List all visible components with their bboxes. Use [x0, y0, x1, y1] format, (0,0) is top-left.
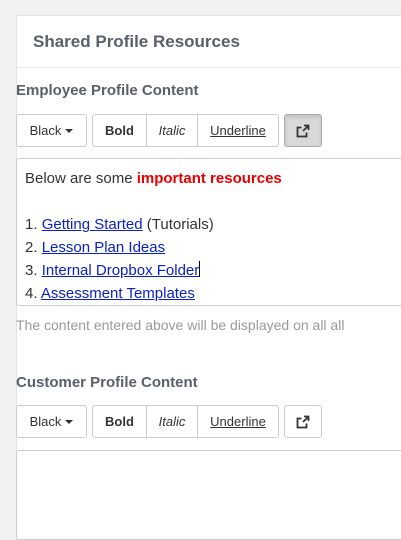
customer-underline-button[interactable]: Underline	[197, 405, 279, 438]
employee-section-title: Employee Profile Content	[16, 82, 199, 99]
employee-toolbar: Black Bold Italic Underline	[16, 114, 322, 147]
customer-bold-button[interactable]: Bold	[92, 405, 147, 438]
resource-link-getting-started[interactable]: Getting Started	[42, 216, 143, 233]
share-icon	[296, 124, 310, 137]
customer-editor-text	[17, 451, 401, 459]
list-item: 2. Lesson Plan Ideas	[25, 239, 166, 256]
list-item: 4. Assessment Templates	[25, 285, 195, 302]
color-dropdown-label: Black	[29, 123, 62, 138]
employee-underline-button[interactable]: Underline	[197, 114, 279, 147]
customer-italic-button[interactable]: Italic	[146, 405, 198, 438]
resource-link-assessment-templates[interactable]: Assessment Templates	[41, 285, 195, 302]
customer-section-title: Customer Profile Content	[16, 374, 198, 391]
employee-insert-link-button[interactable]	[284, 114, 322, 147]
customer-toolbar: Black Bold Italic Underline	[16, 405, 322, 438]
customer-format-group: Bold Italic Underline	[92, 405, 279, 438]
customer-color-dropdown[interactable]: Black	[16, 405, 87, 438]
panel-title: Shared Profile Resources	[17, 16, 401, 68]
customer-insert-link-button[interactable]	[284, 405, 322, 438]
employee-bold-button[interactable]: Bold	[92, 114, 147, 147]
important-text: important resources	[136, 170, 282, 187]
intro-line: Below are some important resources	[25, 170, 282, 187]
employee-format-group: Bold Italic Underline	[92, 114, 279, 147]
employee-help-text: The content entered above will be displa…	[16, 317, 345, 333]
employee-italic-button[interactable]: Italic	[146, 114, 198, 147]
text-cursor	[199, 261, 201, 277]
resource-link-internal-dropbox-folder[interactable]: Internal Dropbox Folder	[42, 262, 200, 279]
employee-content-editor[interactable]: Below are some important resources 1. Ge…	[16, 158, 401, 306]
share-icon	[296, 415, 310, 428]
list-item: 3. Internal Dropbox Folder	[25, 261, 201, 279]
employee-color-dropdown[interactable]: Black	[16, 114, 87, 147]
chevron-down-icon	[65, 129, 74, 133]
resource-link-lesson-plan-ideas[interactable]: Lesson Plan Ideas	[42, 239, 165, 256]
customer-content-editor[interactable]	[16, 450, 401, 540]
chevron-down-icon	[65, 420, 74, 424]
color-dropdown-label: Black	[29, 414, 62, 429]
list-item: 1. Getting Started (Tutorials)	[25, 216, 214, 233]
